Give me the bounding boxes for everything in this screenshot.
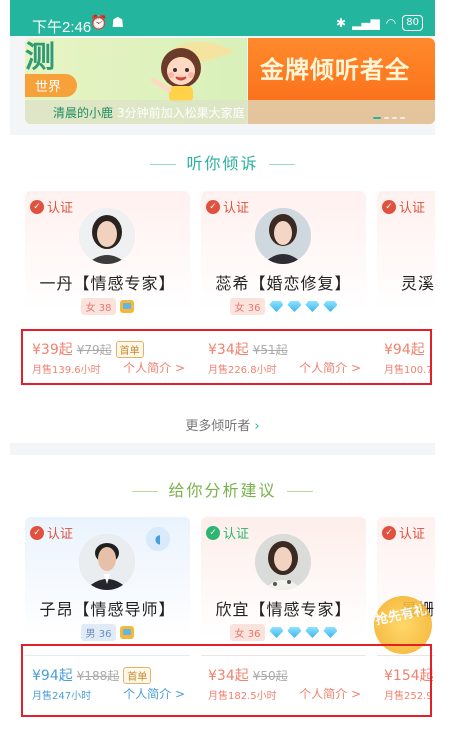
chevron-right-icon: › [254,419,260,434]
diamond-icon [287,301,302,312]
gender-age-tag: 女 36 [229,624,266,641]
listener-tags: 女 36 [201,298,366,315]
banner-left-title: 测 [25,40,57,75]
listen-section: 听你倾诉 ✓ 认证 一丹【情感专家】 女 38 ¥39起 ¥79起 首单 月售1… [10,135,435,443]
diamond-icon [323,301,338,312]
banner-dot [400,117,405,119]
banner-left-pill: 世界 [25,74,78,97]
check-icon: ✓ [30,525,44,540]
diamond-icon [305,301,320,312]
verified-badge: ✓ 认证 [206,523,249,542]
highlight-box-prices-bottom [21,644,432,717]
banner-dot [392,117,397,119]
check-icon: ✓ [382,525,396,540]
diamond-icon [287,627,302,638]
diamond-icon [305,627,320,638]
diamond-icon [323,627,338,638]
notification-icon: ☗ [111,15,124,31]
status-left-icons: ⏰ ☗ [90,15,124,31]
advisor-name: 欣宜【情感专家】 [215,600,352,619]
bluetooth-icon: ✱ [336,16,347,30]
verify-label: 认证 [223,527,250,542]
battery-icon: 80 [402,15,423,31]
avatar-photo [255,534,311,590]
avatar-photo [255,208,311,264]
advisor-tags: 女 36 [201,624,366,641]
verify-label: 认证 [47,527,74,542]
section-title-text: 给你分析建议 [168,481,277,500]
avatar[interactable] [255,534,311,590]
check-icon: ✓ [382,199,396,214]
title-line-right [268,164,295,165]
banner-page-indicator [373,117,405,119]
section-title: 听你倾诉 [10,150,435,174]
verified-badge: ✓ 认证 [382,523,425,542]
listener-name: 蕊希【婚恋修复】 [215,274,352,293]
level-badge-icon [120,300,135,313]
check-icon: ✓ [206,199,220,214]
title-line-right [286,491,313,492]
gender-age-tag: 女 36 [229,298,266,315]
status-right-icons: ✱ ▂▄▆ ◠ 80 [336,15,423,31]
more-listeners-label: 更多倾听者 [185,419,251,434]
highlight-box-prices-top [21,329,432,385]
verify-label: 认证 [399,527,426,542]
promo-banner[interactable]: 测 世界 金牌倾听者全 清晨的小鹿 3分钟前加入松果大家庭 [25,38,435,124]
check-icon: ✓ [206,525,220,540]
ticker-username: 清晨的小鹿 [53,105,114,120]
cartoon-girl-illustration [150,41,235,102]
advisor-name: 子昂【情感导师】 [39,600,176,619]
verified-badge: ✓ 认证 [30,523,73,542]
verify-label: 认证 [47,201,74,216]
signal-icon: ▂▄▆ [352,16,380,30]
verified-badge: ✓ 认证 [30,197,73,216]
floating-badge-text: 抢先有礼 [374,602,429,629]
level-badge-icon [120,626,135,639]
avatar[interactable] [255,208,311,264]
verified-badge: ✓ 认证 [382,197,425,216]
more-listeners-link[interactable]: 更多倾听者 › [10,415,435,434]
listener-name: 一丹【情感专家】 [39,274,176,293]
diamond-icon [269,301,284,312]
avatar-photo [79,208,135,264]
check-icon: ✓ [30,199,44,214]
banner-dot [384,117,389,119]
verify-label: 认证 [399,201,426,216]
section-title: 给你分析建议 [10,477,435,501]
gender-age-tag: 女 38 [80,298,117,315]
title-line-left [150,164,177,165]
gender-age-tag: 男 36 [80,624,117,641]
listener-tags: 女 38 [25,298,190,315]
banner-dot-active [373,117,381,119]
alarm-icon: ⏰ [90,15,108,31]
avatar-photo [79,534,135,590]
section-title-text: 听你倾诉 [186,154,259,173]
wifi-icon: ◠ [385,16,397,30]
diamond-icon [269,627,284,638]
listener-name-text: 灵溪 [401,274,435,293]
avatar[interactable] [79,208,135,264]
verify-label: 认证 [223,201,250,216]
avatar[interactable] [79,534,135,590]
status-bar: 下午2:46 ⏰ ☗ ✱ ▂▄▆ ◠ 80 [10,0,435,36]
banner-ticker: 清晨的小鹿 3分钟前加入松果大家庭 [25,100,435,124]
title-line-left [132,491,159,492]
voice-icon[interactable]: ◖ [146,527,170,551]
banner-right-title: 金牌倾听者全 [260,56,410,84]
advisor-tags: 男 36 [25,624,190,641]
ticker-message: 3分钟前加入松果大家庭 [117,105,245,120]
status-time: 下午2:46 [32,19,92,36]
verified-badge: ✓ 认证 [206,197,249,216]
listener-name: 灵溪 [401,270,435,294]
